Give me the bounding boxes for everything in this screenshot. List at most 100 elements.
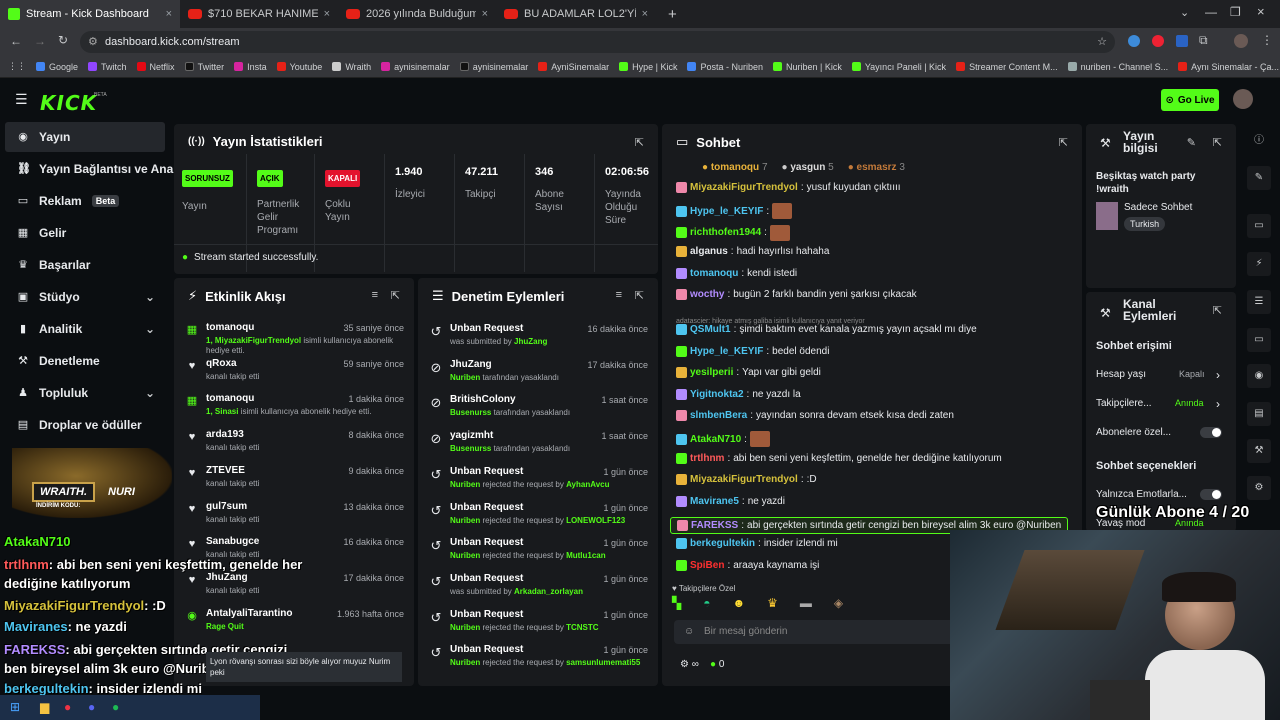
discord-icon[interactable]: ●	[88, 700, 95, 714]
extension-icon[interactable]	[1152, 35, 1164, 47]
moderation-row[interactable]: ↺ Unban Request 1 gün önce Nuriben rejected…	[418, 463, 658, 497]
list-icon[interactable]: ☰	[1247, 290, 1271, 314]
chat-username[interactable]: MiyazakiFigurTrendyol	[690, 474, 798, 485]
bookmark-item[interactable]: nuriben - Channel S...	[1063, 62, 1174, 72]
activity-row[interactable]: ♥ gul7sum 13 dakika önce kanalı takip etti	[174, 499, 414, 533]
edit-pencil-icon[interactable]: ✎	[1187, 136, 1196, 149]
bookmark-item[interactable]: AyniSinemalar	[533, 62, 614, 72]
chevron-right-icon[interactable]: ›	[1216, 368, 1220, 382]
leader-entry[interactable]: ● yasgun 5	[782, 162, 834, 173]
reload-icon[interactable]: ↻	[58, 33, 68, 47]
sidebar-item-yayin[interactable]: ◉ Yayın	[5, 122, 165, 152]
new-tab-icon[interactable]: +	[668, 6, 677, 23]
bookmark-item[interactable]: Insta	[229, 62, 272, 72]
lightning-icon[interactable]: ⚡	[1247, 252, 1271, 276]
bookmark-star-icon[interactable]: ☆	[1097, 31, 1107, 53]
emote-only-toggle[interactable]	[1200, 489, 1222, 500]
chat-message[interactable]: slmbenBera: yayından sonra devam etsek kı…	[676, 410, 954, 421]
activity-row[interactable]: ◉ AntalyaliTarantino 1.963 hafta önce Rage …	[174, 606, 414, 640]
chat-message[interactable]: trtlhnm: abi ben seni yeni keşfettim, gen…	[676, 452, 1002, 464]
go-live-button[interactable]: ⊙ Go Live	[1161, 89, 1219, 111]
broadcast-icon[interactable]: ◉	[1247, 364, 1271, 388]
tab-youtube-1[interactable]: $710 BEKAR HANIMEFENDİNİN×	[180, 0, 338, 28]
bookmark-item[interactable]: Wraith	[327, 62, 376, 72]
settings-icon[interactable]: ⚙	[680, 659, 689, 670]
bookmark-item[interactable]: Yayıncı Paneli | Kick	[847, 62, 951, 72]
url-field[interactable]: ⚙ dashboard.kick.com/stream ☆	[80, 31, 1115, 53]
gear-icon[interactable]: ⚙	[1247, 476, 1271, 500]
apps-grid-icon[interactable]: ⋮⋮	[0, 61, 31, 72]
chat-username[interactable]: MiyazakiFigurTrendyol	[690, 182, 798, 193]
kick-logo[interactable]: KICK	[40, 91, 97, 115]
close-tab-icon[interactable]: ×	[642, 8, 648, 20]
bookmark-item[interactable]: Twitch	[83, 62, 132, 72]
followers-only-value[interactable]: Anında	[1175, 398, 1204, 408]
bookmark-item[interactable]: aynisinemalar	[376, 62, 455, 72]
extensions-puzzle-icon[interactable]: ⧉	[1199, 33, 1208, 48]
sidebar-item-reklam[interactable]: ▭ Reklam Beta	[5, 186, 165, 216]
close-tab-icon[interactable]: ×	[324, 8, 330, 20]
back-icon[interactable]: ←	[10, 34, 22, 48]
category-name[interactable]: Sadece Sohbet	[1124, 202, 1192, 213]
moderation-row[interactable]: ↺ Unban Request 16 dakika önce was submitte…	[418, 320, 658, 354]
moderation-row[interactable]: ↺ Unban Request 1 gün önce Nuriben rejected…	[418, 606, 658, 640]
user-avatar[interactable]	[1233, 89, 1253, 109]
wrench-icon[interactable]: ⚒	[1247, 439, 1271, 463]
sidebar-item-droplar[interactable]: ▤ Droplar ve ödüller	[5, 410, 165, 440]
forward-icon[interactable]: →	[34, 34, 46, 48]
chat-message[interactable]: AtakaN710:	[676, 431, 773, 448]
sidebar-item-stream-key[interactable]: ⛓Yayın Bağlantısı ve Anahtarı	[5, 154, 175, 184]
chat-bubble-icon[interactable]: ▭	[1247, 328, 1271, 352]
popout-icon[interactable]: ⇱	[1213, 304, 1222, 317]
sidebar-item-gelir[interactable]: ▦ Gelir	[5, 218, 165, 248]
tab-search-icon[interactable]: ⌄	[1180, 6, 1189, 19]
moderation-row[interactable]: ↺ Unban Request 1 gün önce Nuriben rejected…	[418, 499, 658, 533]
moderation-row[interactable]: ↺ Unban Request 1 gün önce Nuriben rejected…	[418, 534, 658, 568]
activity-row[interactable]: ♥ ZTEVEE 9 dakika önce kanalı takip etti	[174, 463, 414, 497]
chat-message[interactable]: MiyazakiFigurTrendyol::D	[676, 474, 817, 486]
chat-username[interactable]: alganus	[690, 246, 728, 257]
bookmark-item[interactable]: Google	[31, 62, 83, 72]
chat-message[interactable]: Mavirane5: ne yazdi	[676, 495, 785, 507]
sidebar-item-denetleme[interactable]: ⚒ Denetleme	[5, 346, 165, 376]
chat-username[interactable]: FAREKSS	[691, 520, 738, 531]
tab-youtube-3[interactable]: BU ADAMLAR LOL2'Yİ BU SEFER×	[496, 0, 656, 28]
chat-username[interactable]: trtlhnm	[690, 453, 724, 464]
chevron-right-icon[interactable]: ›	[1216, 397, 1220, 411]
chat-username[interactable]: wocthy	[690, 289, 724, 300]
tab-youtube-2[interactable]: 2026 yılında Bulduğumuz en iyi×	[338, 0, 496, 28]
leader-entry[interactable]: ● tomanoqu 7	[702, 162, 768, 173]
sidebar-item-analitik[interactable]: ▮ Analitik ⌄	[5, 314, 165, 344]
chat-message[interactable]: SpiBen: araaya kaynama işi	[676, 559, 819, 571]
chat-message[interactable]: tomanoqu: kendi istedi	[676, 267, 797, 279]
emote[interactable]: ▚	[672, 596, 681, 610]
chat-username[interactable]: berkegultekin	[690, 538, 755, 549]
activity-row[interactable]: ▦ tomanoqu 35 saniye önce 1, MiyazakiFigurT…	[174, 320, 414, 355]
popout-icon[interactable]: ⇱	[635, 289, 644, 302]
popout-icon[interactable]: ⇱	[635, 136, 644, 149]
users-icon[interactable]: ▤	[1247, 402, 1271, 426]
bookmark-item[interactable]: Posta - Nuriben	[682, 62, 768, 72]
chat-username[interactable]: Hype_le_KEYIF	[690, 346, 763, 357]
extension-icon[interactable]	[1128, 35, 1140, 47]
profile-avatar-icon[interactable]	[1234, 34, 1248, 48]
moderation-row[interactable]: ↺ Unban Request 1 gün önce was submitted by…	[418, 570, 658, 604]
minimize-icon[interactable]: —	[1205, 5, 1217, 19]
bookmark-item[interactable]: Youtube	[272, 62, 328, 72]
chat-message[interactable]: MiyazakiFigurTrendyol: yusuf kuyudan çıkt…	[676, 182, 901, 193]
chat-username[interactable]: Yigitnokta2	[690, 389, 744, 400]
sidebar-item-studyo[interactable]: ▣ Stüdyo ⌄	[5, 282, 165, 312]
close-window-icon[interactable]: ×	[1257, 4, 1265, 19]
moderation-row[interactable]: ↺ Unban Request 1 gün önce Nuriben rejected…	[418, 641, 658, 675]
activity-row[interactable]: ▦ tomanoqu 1 dakika önce 1, Sinasi isimli k…	[174, 391, 414, 425]
layout-icon[interactable]: ▭	[1247, 214, 1271, 238]
chat-message[interactable]: alganus: hadi hayırlısı hahaha	[676, 246, 829, 258]
bookmark-item[interactable]: Streamer Content M...	[951, 62, 1063, 72]
bookmark-item[interactable]: Aynı Sinemalar - Ça...	[1173, 62, 1280, 72]
maximize-icon[interactable]: ❐	[1230, 5, 1241, 19]
bookmark-item[interactable]: Twitter	[180, 62, 230, 72]
moderation-row[interactable]: ⊘ JhuZang 17 dakika önce Nuriben tarafından…	[418, 356, 658, 390]
chat-username[interactable]: slmbenBera	[690, 410, 747, 421]
infinity-icon[interactable]: ∞	[692, 659, 699, 670]
bookmark-item[interactable]: Nuriben | Kick	[768, 62, 847, 72]
